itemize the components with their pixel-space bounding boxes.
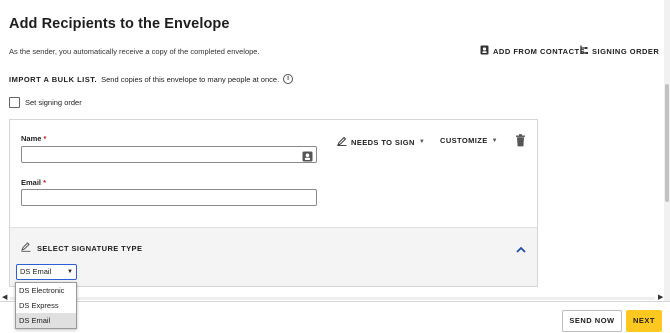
recipient-details: Name * Email * NEEDS TO SIGN ▼ CUSTOMIZE… — [10, 120, 537, 227]
contacts-icon — [480, 45, 489, 57]
send-now-button[interactable]: SEND NOW — [562, 310, 622, 332]
signature-type-label: SELECT SIGNATURE TYPE — [37, 243, 143, 253]
caret-down-icon: ▼ — [418, 139, 426, 145]
chevron-up-icon[interactable] — [515, 242, 527, 253]
customize-label: CUSTOMIZE — [440, 136, 488, 145]
signing-order-icon — [580, 45, 588, 57]
add-from-contacts-button[interactable]: ADD FROM CONTACTS — [480, 45, 585, 57]
option-ds-express[interactable]: DS Express — [16, 298, 76, 313]
contact-lookup-icon[interactable] — [302, 149, 313, 162]
bulk-list-description: Send copies of this envelope to many peo… — [101, 74, 280, 84]
signing-order-button[interactable]: SIGNING ORDER — [580, 45, 659, 57]
trash-icon[interactable] — [515, 134, 526, 147]
set-signing-order-checkbox[interactable] — [9, 97, 20, 108]
add-from-contacts-label: ADD FROM CONTACTS — [493, 46, 586, 56]
recipient-role-label: NEEDS TO SIGN — [351, 137, 415, 147]
scroll-right-icon[interactable]: ▶ — [658, 293, 663, 301]
signature-type-section: SELECT SIGNATURE TYPE DS Email ▼ — [10, 227, 537, 286]
signature-pen-icon — [21, 242, 31, 254]
option-ds-electronic[interactable]: DS Electronic — [16, 283, 76, 298]
vertical-scrollbar-thumb[interactable] — [665, 84, 669, 202]
caret-down-icon: ▼ — [67, 269, 73, 275]
signature-type-select[interactable]: DS Email ▼ — [16, 264, 77, 280]
caret-down-icon: ▼ — [491, 137, 498, 144]
recipient-role-dropdown[interactable]: NEEDS TO SIGN ▼ — [337, 136, 425, 148]
email-input[interactable] — [21, 189, 317, 206]
set-signing-order-label: Set signing order — [25, 98, 82, 107]
required-marker: * — [43, 178, 47, 187]
signature-type-value: DS Email — [20, 267, 52, 276]
signature-type-options: DS Electronic DS Express DS Email — [15, 282, 77, 329]
option-ds-email[interactable]: DS Email — [16, 313, 76, 328]
required-marker: * — [43, 134, 47, 143]
customize-dropdown[interactable]: CUSTOMIZE ▼ — [440, 136, 498, 145]
next-button[interactable]: NEXT — [626, 310, 662, 332]
bulk-list-row: IMPORT A BULK LIST. Send copies of this … — [9, 74, 294, 84]
set-signing-order-row: Set signing order — [9, 97, 82, 108]
signing-order-label: SIGNING ORDER — [592, 46, 660, 56]
email-label: Email * — [21, 178, 47, 187]
horizontal-scrollbar[interactable] — [10, 297, 655, 300]
info-icon[interactable]: i — [283, 74, 294, 84]
recipient-card: Name * Email * NEEDS TO SIGN ▼ CUSTOMIZE… — [9, 119, 538, 287]
page-title: Add Recipients to the Envelope — [9, 16, 230, 32]
name-input[interactable] — [21, 146, 317, 163]
name-label: Name * — [21, 134, 47, 143]
pen-icon — [337, 136, 347, 148]
import-bulk-list-link[interactable]: IMPORT A BULK LIST. — [9, 75, 97, 84]
page-subtitle: As the sender, you automatically receive… — [9, 47, 260, 56]
signature-type-heading: SELECT SIGNATURE TYPE — [21, 242, 142, 254]
scroll-left-icon[interactable]: ◀ — [2, 293, 7, 301]
